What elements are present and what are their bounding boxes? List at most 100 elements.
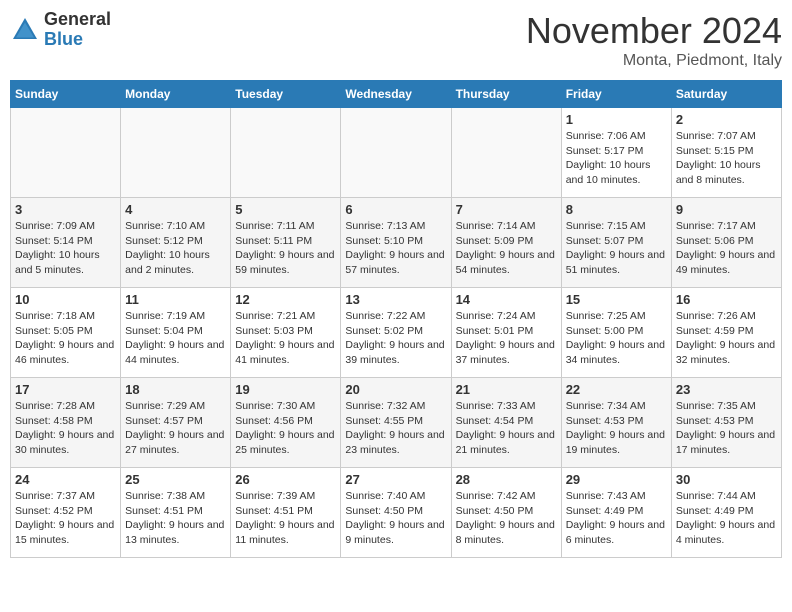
day-number: 18 [125, 382, 226, 397]
day-number: 30 [676, 472, 777, 487]
day-info: Sunrise: 7:44 AM Sunset: 4:49 PM Dayligh… [676, 489, 777, 548]
weekday-header-saturday: Saturday [671, 81, 781, 108]
day-info: Sunrise: 7:07 AM Sunset: 5:15 PM Dayligh… [676, 129, 777, 188]
day-cell-17: 17Sunrise: 7:28 AM Sunset: 4:58 PM Dayli… [11, 378, 121, 468]
day-number: 22 [566, 382, 667, 397]
day-info: Sunrise: 7:35 AM Sunset: 4:53 PM Dayligh… [676, 399, 777, 458]
day-cell-12: 12Sunrise: 7:21 AM Sunset: 5:03 PM Dayli… [231, 288, 341, 378]
weekday-header-wednesday: Wednesday [341, 81, 451, 108]
empty-cell [341, 108, 451, 198]
day-cell-3: 3Sunrise: 7:09 AM Sunset: 5:14 PM Daylig… [11, 198, 121, 288]
day-info: Sunrise: 7:38 AM Sunset: 4:51 PM Dayligh… [125, 489, 226, 548]
day-info: Sunrise: 7:09 AM Sunset: 5:14 PM Dayligh… [15, 219, 116, 278]
day-cell-18: 18 Sunrise: 7:29 AM Sunset: 4:57 PM Dayli… [121, 378, 231, 468]
day-info: Sunrise: 7:42 AM Sunset: 4:50 PM Dayligh… [456, 489, 557, 548]
day-number: 29 [566, 472, 667, 487]
day-number: 27 [345, 472, 446, 487]
day-cell-30: 30 Sunrise: 7:44 AM Sunset: 4:49 PM Dayli… [671, 468, 781, 558]
day-info: Sunrise: 7:14 AM Sunset: 5:09 PM Dayligh… [456, 219, 557, 278]
logo-line2: Blue [44, 30, 111, 50]
day-number: 16 [676, 292, 777, 307]
day-cell-21: 21Sunrise: 7:33 AM Sunset: 4:54 PM Dayli… [451, 378, 561, 468]
day-cell-13: 13 Sunrise: 7:22 AM Sunset: 5:02 PM Dayli… [341, 288, 451, 378]
day-number: 6 [345, 202, 446, 217]
day-number: 28 [456, 472, 557, 487]
day-info: Sunrise: 7:10 AM Sunset: 5:12 PM Dayligh… [125, 219, 226, 278]
day-cell-9: 9 Sunrise: 7:17 AM Sunset: 5:06 PM Daylig… [671, 198, 781, 288]
day-cell-28: 28 Sunrise: 7:42 AM Sunset: 4:50 PM Dayli… [451, 468, 561, 558]
day-info: Sunrise: 7:29 AM Sunset: 4:57 PM Dayligh… [125, 399, 226, 458]
day-cell-16: 16 Sunrise: 7:26 AM Sunset: 4:59 PM Dayli… [671, 288, 781, 378]
week-row-3: 10 Sunrise: 7:18 AM Sunset: 5:05 PM Dayli… [11, 288, 782, 378]
title-block: November 2024 Monta, Piedmont, Italy [526, 10, 782, 70]
week-row-4: 17Sunrise: 7:28 AM Sunset: 4:58 PM Dayli… [11, 378, 782, 468]
day-number: 25 [125, 472, 226, 487]
day-info: Sunrise: 7:18 AM Sunset: 5:05 PM Dayligh… [15, 309, 116, 368]
day-info: Sunrise: 7:06 AM Sunset: 5:17 PM Dayligh… [566, 129, 667, 188]
day-info: Sunrise: 7:15 AM Sunset: 5:07 PM Dayligh… [566, 219, 667, 278]
day-info: Sunrise: 7:21 AM Sunset: 5:03 PM Dayligh… [235, 309, 336, 368]
day-info: Sunrise: 7:25 AM Sunset: 5:00 PM Dayligh… [566, 309, 667, 368]
week-row-2: 3Sunrise: 7:09 AM Sunset: 5:14 PM Daylig… [11, 198, 782, 288]
day-number: 11 [125, 292, 226, 307]
day-info: Sunrise: 7:28 AM Sunset: 4:58 PM Dayligh… [15, 399, 116, 458]
week-row-1: 1 Sunrise: 7:06 AM Sunset: 5:17 PM Daylig… [11, 108, 782, 198]
day-cell-10: 10 Sunrise: 7:18 AM Sunset: 5:05 PM Dayli… [11, 288, 121, 378]
day-number: 26 [235, 472, 336, 487]
day-cell-27: 27 Sunrise: 7:40 AM Sunset: 4:50 PM Dayli… [341, 468, 451, 558]
day-number: 5 [235, 202, 336, 217]
day-cell-15: 15 Sunrise: 7:25 AM Sunset: 5:00 PM Dayli… [561, 288, 671, 378]
day-cell-19: 19 Sunrise: 7:30 AM Sunset: 4:56 PM Dayli… [231, 378, 341, 468]
day-number: 15 [566, 292, 667, 307]
day-info: Sunrise: 7:17 AM Sunset: 5:06 PM Dayligh… [676, 219, 777, 278]
empty-cell [451, 108, 561, 198]
month-title: November 2024 [526, 10, 782, 52]
calendar-table: SundayMondayTuesdayWednesdayThursdayFrid… [10, 80, 782, 558]
weekday-header-sunday: Sunday [11, 81, 121, 108]
day-number: 2 [676, 112, 777, 127]
logo-text: General Blue [44, 10, 111, 50]
day-info: Sunrise: 7:37 AM Sunset: 4:52 PM Dayligh… [15, 489, 116, 548]
day-cell-5: 5 Sunrise: 7:11 AM Sunset: 5:11 PM Daylig… [231, 198, 341, 288]
day-cell-4: 4Sunrise: 7:10 AM Sunset: 5:12 PM Daylig… [121, 198, 231, 288]
day-cell-6: 6Sunrise: 7:13 AM Sunset: 5:10 PM Daylig… [341, 198, 451, 288]
location: Monta, Piedmont, Italy [526, 52, 782, 70]
weekday-header-thursday: Thursday [451, 81, 561, 108]
weekday-header-friday: Friday [561, 81, 671, 108]
day-info: Sunrise: 7:30 AM Sunset: 4:56 PM Dayligh… [235, 399, 336, 458]
day-cell-24: 24Sunrise: 7:37 AM Sunset: 4:52 PM Dayli… [11, 468, 121, 558]
day-cell-26: 26Sunrise: 7:39 AM Sunset: 4:51 PM Dayli… [231, 468, 341, 558]
day-cell-8: 8 Sunrise: 7:15 AM Sunset: 5:07 PM Daylig… [561, 198, 671, 288]
day-info: Sunrise: 7:32 AM Sunset: 4:55 PM Dayligh… [345, 399, 446, 458]
logo-icon [10, 15, 40, 45]
day-cell-22: 22 Sunrise: 7:34 AM Sunset: 4:53 PM Dayli… [561, 378, 671, 468]
day-cell-2: 2 Sunrise: 7:07 AM Sunset: 5:15 PM Daylig… [671, 108, 781, 198]
day-info: Sunrise: 7:22 AM Sunset: 5:02 PM Dayligh… [345, 309, 446, 368]
weekday-header-monday: Monday [121, 81, 231, 108]
day-number: 8 [566, 202, 667, 217]
day-number: 1 [566, 112, 667, 127]
day-number: 14 [456, 292, 557, 307]
day-number: 10 [15, 292, 116, 307]
day-number: 21 [456, 382, 557, 397]
day-info: Sunrise: 7:24 AM Sunset: 5:01 PM Dayligh… [456, 309, 557, 368]
day-cell-23: 23Sunrise: 7:35 AM Sunset: 4:53 PM Dayli… [671, 378, 781, 468]
page-header: General Blue November 2024 Monta, Piedmo… [10, 10, 782, 70]
day-info: Sunrise: 7:43 AM Sunset: 4:49 PM Dayligh… [566, 489, 667, 548]
empty-cell [11, 108, 121, 198]
day-cell-14: 14 Sunrise: 7:24 AM Sunset: 5:01 PM Dayli… [451, 288, 561, 378]
day-info: Sunrise: 7:34 AM Sunset: 4:53 PM Dayligh… [566, 399, 667, 458]
day-info: Sunrise: 7:11 AM Sunset: 5:11 PM Dayligh… [235, 219, 336, 278]
day-info: Sunrise: 7:40 AM Sunset: 4:50 PM Dayligh… [345, 489, 446, 548]
day-cell-7: 7Sunrise: 7:14 AM Sunset: 5:09 PM Daylig… [451, 198, 561, 288]
day-number: 13 [345, 292, 446, 307]
day-cell-11: 11Sunrise: 7:19 AM Sunset: 5:04 PM Dayli… [121, 288, 231, 378]
day-number: 20 [345, 382, 446, 397]
day-cell-25: 25 Sunrise: 7:38 AM Sunset: 4:51 PM Dayli… [121, 468, 231, 558]
weekday-header-tuesday: Tuesday [231, 81, 341, 108]
day-number: 19 [235, 382, 336, 397]
day-info: Sunrise: 7:26 AM Sunset: 4:59 PM Dayligh… [676, 309, 777, 368]
logo-line1: General [44, 10, 111, 30]
day-number: 9 [676, 202, 777, 217]
week-row-5: 24Sunrise: 7:37 AM Sunset: 4:52 PM Dayli… [11, 468, 782, 558]
